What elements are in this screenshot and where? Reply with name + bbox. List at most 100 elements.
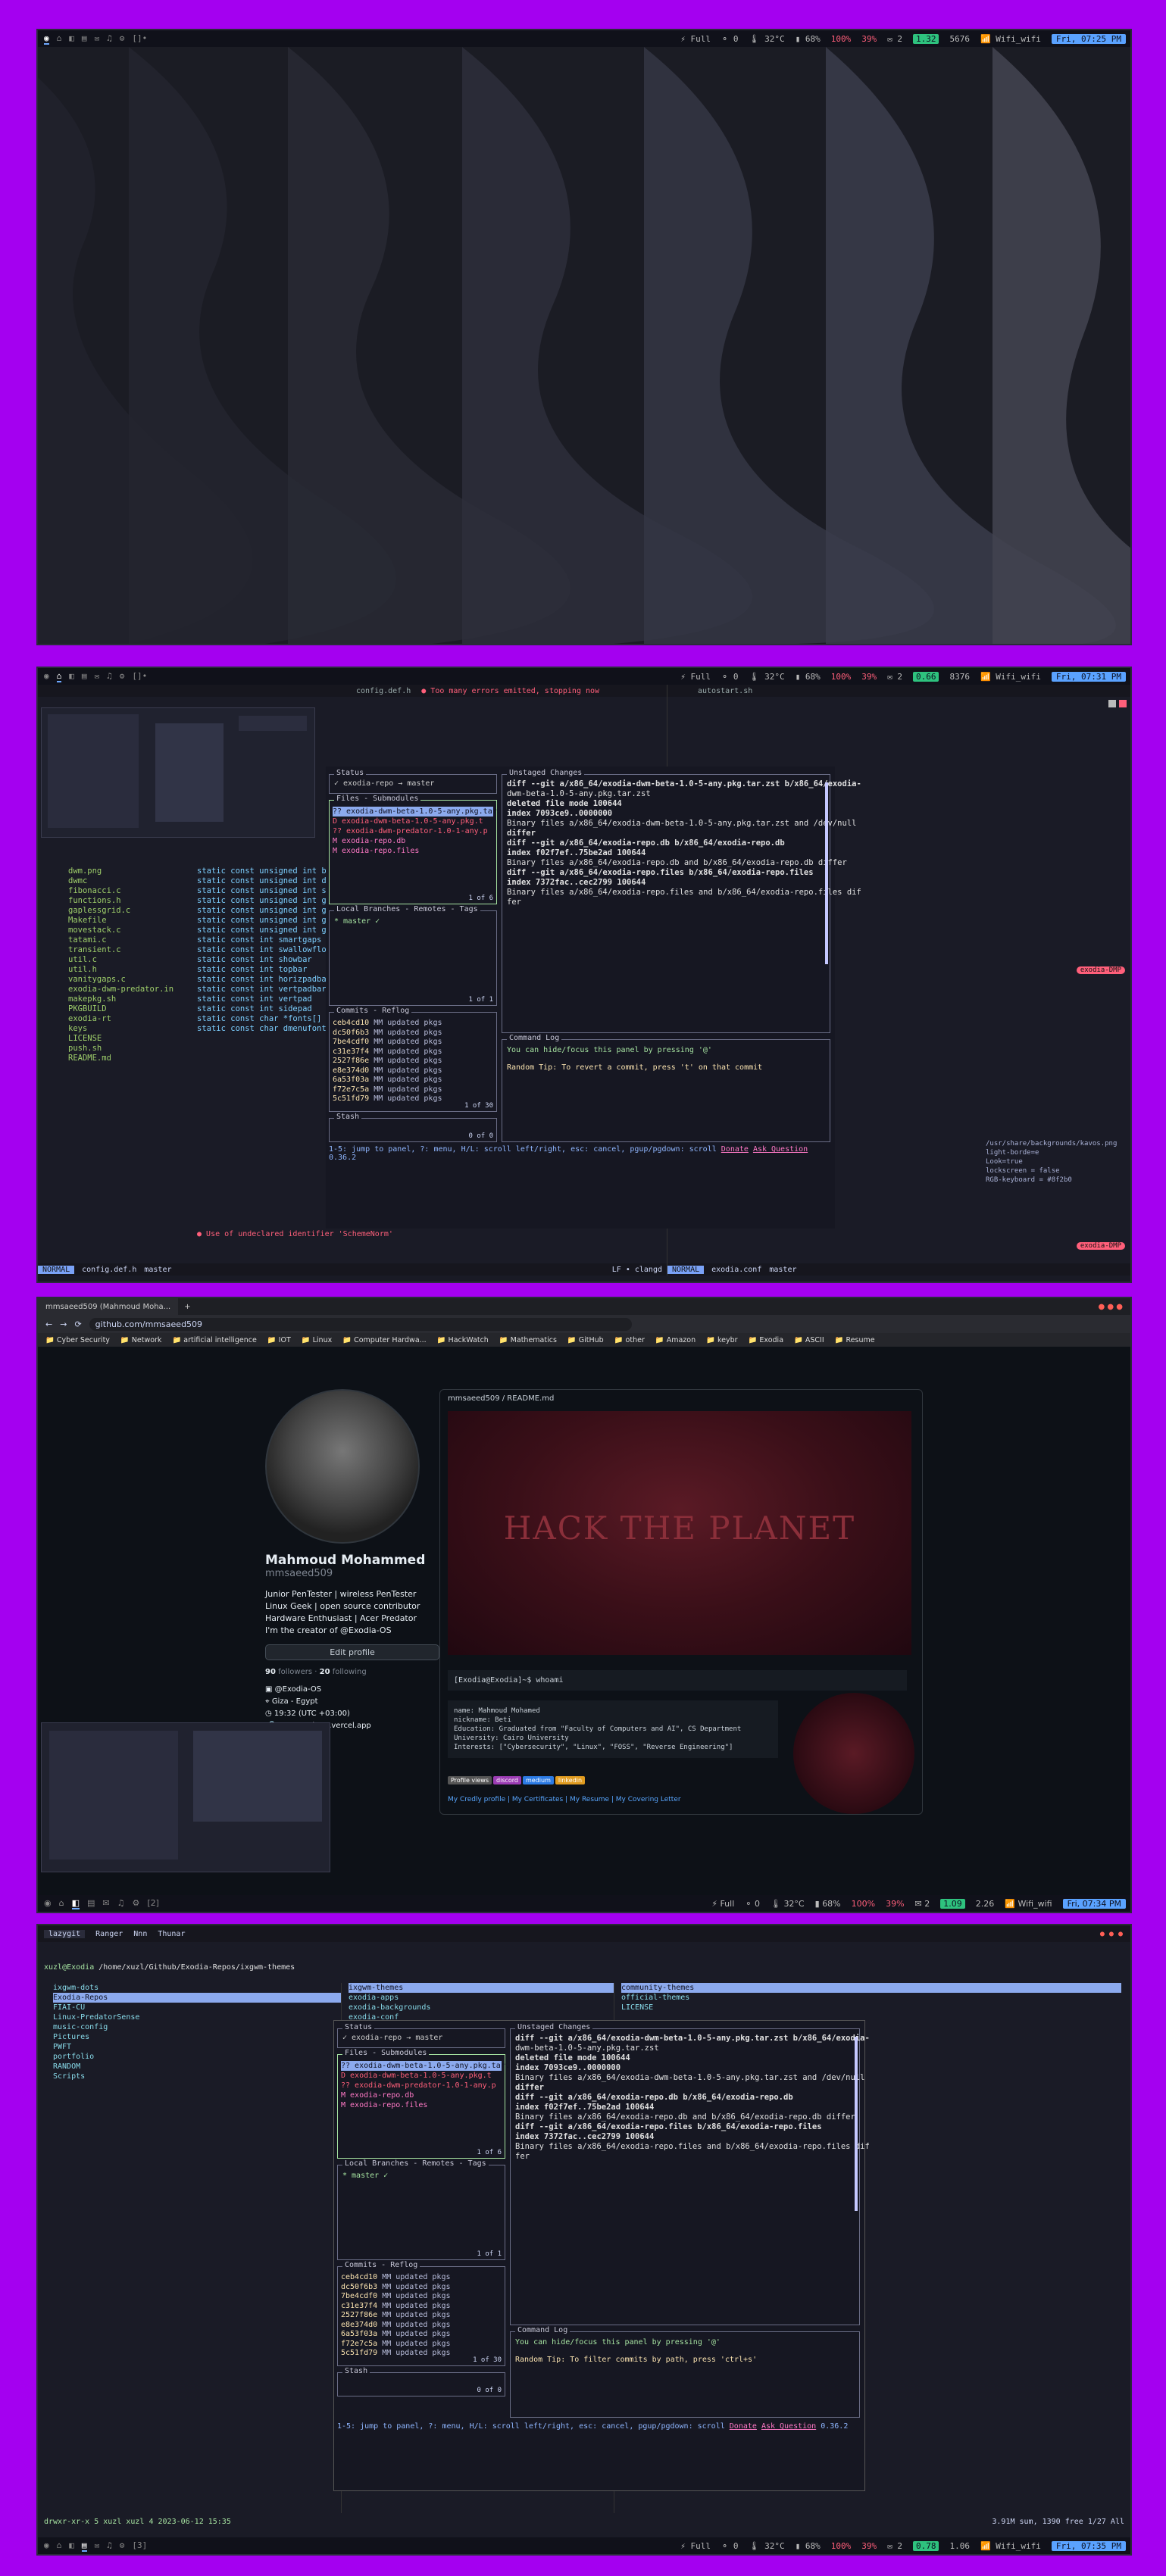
fm-item[interactable]: ixgwm-themes [349,1983,614,1993]
donate-link[interactable]: Donate [721,1145,749,1154]
status-panel[interactable]: Status ✓ exodia-repo → master [329,769,497,794]
tree-item[interactable]: movestack.c [68,926,173,935]
bookmark-item[interactable]: 📁 IOT [267,1336,291,1344]
forward-icon[interactable]: → [60,1319,67,1329]
commit-row[interactable]: 6a53f03a MM updated pkgs [341,2330,502,2340]
code-line[interactable]: light-borde=e [986,1148,1117,1157]
tree-item[interactable]: vanitygaps.c [68,975,173,985]
tree-item[interactable]: dwmc [68,876,173,886]
fm-item[interactable]: ixgwm-dots [53,1983,341,1993]
tree-item[interactable]: dwm.png [68,866,173,876]
commit-row[interactable]: ceb4cd10 MM updated pkgs [333,1019,493,1029]
reload-icon[interactable]: ⟳ [74,1319,81,1329]
files-panel-2[interactable]: Files - Submodules ?? exodia-dwm-beta-1.… [337,2049,519,2159]
donate-link-2[interactable]: Donate [730,2422,757,2431]
tree-item[interactable]: functions.h [68,896,173,906]
tab-autostart[interactable]: autostart.sh [698,687,752,695]
bookmark-item[interactable]: 📁 artificial intelligence [172,1336,256,1344]
tree-item[interactable]: exodia-dwm-predator.in [68,985,173,994]
lazygit-window-2[interactable]: Status ✓ exodia-repo → master Files - Su… [333,2020,870,2491]
tree-item[interactable]: util.h [68,965,173,975]
fm-item[interactable]: exodia-apps [349,1993,614,2003]
readme-path[interactable]: mmsaeed509 / README.md [440,1390,922,1407]
stash-panel-2[interactable]: Stash 0 of 0 [337,2367,505,2396]
bookmark-item[interactable]: 📁 Cyber Security [45,1336,110,1344]
fm-item[interactable]: Scripts [53,2072,341,2081]
follow-stats[interactable]: 90 followers · 20 following [265,1668,439,1676]
fm-item[interactable]: official-themes [621,1993,1121,2003]
commits-list[interactable]: ceb4cd10 MM updated pkgs dc50f6b3 MM upda… [330,1013,496,1110]
stash-panel[interactable]: Stash 0 of 0 [329,1113,497,1142]
file-row[interactable]: D exodia-dwm-beta-1.0-5-any.pkg.t [341,2071,502,2081]
workspace-indicators[interactable]: ◉ ⌂ ◧ ▤ ✉ ♫ ⚙ [2] [38,1898,159,1909]
files-panel[interactable]: Files - Submodules ?? exodia-dwm-beta-1.… [329,795,511,904]
commit-row[interactable]: c31e37f4 MM updated pkgs [333,1048,493,1057]
file-row[interactable]: ?? exodia-dwm-beta-1.0-5-any.pkg.tar.zs [341,2061,519,2071]
fm-item[interactable]: music-config [53,2022,341,2032]
commit-row[interactable]: 7be4cdf0 MM updated pkgs [333,1038,493,1048]
bookmark-item[interactable]: 📁 ASCII [794,1336,824,1344]
fm-left-column[interactable]: ixgwm-dots Exodia-Repos FIAI-CU Linux-Preda… [53,1983,342,2513]
tree-item[interactable]: README.md [68,1054,173,1063]
bookmark-item[interactable]: 📁 Amazon [655,1336,696,1344]
file-row[interactable]: M exodia-repo.files [333,846,493,856]
diff-panel-2[interactable]: Unstaged Changes diff --git a/x86_64/exo… [510,2023,870,2325]
bookmark-item[interactable]: 📁 Network [120,1336,162,1344]
bookmark-item[interactable]: 📁 Linux [302,1336,332,1344]
commit-row[interactable]: dc50f6b3 MM updated pkgs [333,1029,493,1038]
commit-row[interactable]: 7be4cdf0 MM updated pkgs [341,2292,502,2302]
file-tree[interactable]: dwm.png dwmc fibonacci.c functions.h gapless… [68,866,173,1063]
tree-item[interactable]: gaplessgrid.c [68,906,173,916]
bookmark-item[interactable]: 📁 other [614,1336,645,1344]
command-log-panel-2[interactable]: Command Log You can hide/focus this pane… [510,2326,860,2418]
tree-item[interactable]: fibonacci.c [68,886,173,896]
fm-item[interactable]: Linux-PredatorSense [53,2012,341,2022]
url-field[interactable]: github.com/mmsaeed509 [89,1317,632,1331]
tree-item[interactable]: exodia-rt [68,1014,173,1024]
commit-row[interactable]: e8e374d0 MM updated pkgs [341,2321,502,2331]
ask-link-2[interactable]: Ask Question [761,2422,816,2431]
fm-item[interactable]: FIAI-CU [53,2003,341,2012]
fm-item[interactable]: community-themes [621,1983,1121,1993]
code-line[interactable]: lockscreen = false [986,1166,1117,1176]
fm-item[interactable]: LICENSE [621,2003,1121,2012]
tab-config[interactable]: config.def.h [356,687,411,695]
bookmark-item[interactable]: 📁 GitHub [567,1336,604,1344]
branches-panel-2[interactable]: Local Branches - Remotes - Tags * master… [337,2159,505,2260]
tree-item[interactable]: push.sh [68,1044,173,1054]
status-panel-2[interactable]: Status ✓ exodia-repo → master [337,2023,505,2048]
commit-row[interactable]: f72e7c5a MM updated pkgs [333,1085,493,1095]
commit-row[interactable]: ceb4cd10 MM updated pkgs [341,2273,502,2283]
workspace-indicators[interactable]: ◉ ⌂ ◧ ▤ ✉ ♫ ⚙ []• [38,33,147,45]
diff-panel[interactable]: Unstaged Changes diff --git a/x86_64/exo… [502,769,861,1033]
bookmark-item[interactable]: 📁 Mathematics [499,1336,557,1344]
lazygit-window-1[interactable]: Status ✓ exodia-repo → master Files - Su… [326,767,861,1229]
bookmark-item[interactable]: 📁 HackWatch [437,1336,489,1344]
bookmark-item[interactable]: 📁 Resume [835,1336,875,1344]
fm-item[interactable]: Exodia-Repos [53,1993,341,2003]
tree-item[interactable]: keys [68,1024,173,1034]
tree-item[interactable]: Makefile [68,916,173,926]
workspace-indicators[interactable]: ◉ ⌂ ◧ ▤ ✉ ♫ ⚙ []• [38,671,147,682]
profile-links[interactable]: My Credly profile | My Certificates | My… [448,1796,681,1803]
tree-item[interactable]: PKGBUILD [68,1004,173,1014]
file-row[interactable]: M exodia-repo.files [341,2100,502,2110]
file-row[interactable]: ?? exodia-dwm-predator-1.0-1-any.p [341,2081,502,2090]
workspace-indicators[interactable]: ◉ ⌂ ◧ ▤ ✉ ♫ ⚙ [3] [38,2540,147,2552]
branches-panel[interactable]: Local Branches - Remotes - Tags * master… [329,905,497,1006]
commit-row[interactable]: dc50f6b3 MM updated pkgs [341,2283,502,2293]
commit-row[interactable]: e8e374d0 MM updated pkgs [333,1066,493,1076]
commit-row[interactable]: 2527f86e MM updated pkgs [341,2311,502,2321]
file-row[interactable]: M exodia-repo.db [341,2090,502,2100]
commit-row[interactable]: 6a53f03a MM updated pkgs [333,1076,493,1085]
browser-tab[interactable]: mmsaeed509 (Mahmoud Moha... [38,1298,179,1315]
file-row[interactable]: ?? exodia-dwm-predator-1.0-1-any.p [333,826,493,836]
tree-item[interactable]: tatami.c [68,935,173,945]
file-row[interactable]: D exodia-dwm-beta-1.0-5-any.pkg.t [333,817,493,826]
commit-row[interactable]: c31e37f4 MM updated pkgs [341,2302,502,2312]
files-list-2[interactable]: ?? exodia-dwm-beta-1.0-5-any.pkg.tar.zs D… [338,2055,519,2116]
commit-row[interactable]: 2527f86e MM updated pkgs [333,1057,493,1066]
fm-item[interactable]: portfolio [53,2052,341,2062]
avatar[interactable] [265,1389,420,1544]
tree-item[interactable]: util.c [68,955,173,965]
